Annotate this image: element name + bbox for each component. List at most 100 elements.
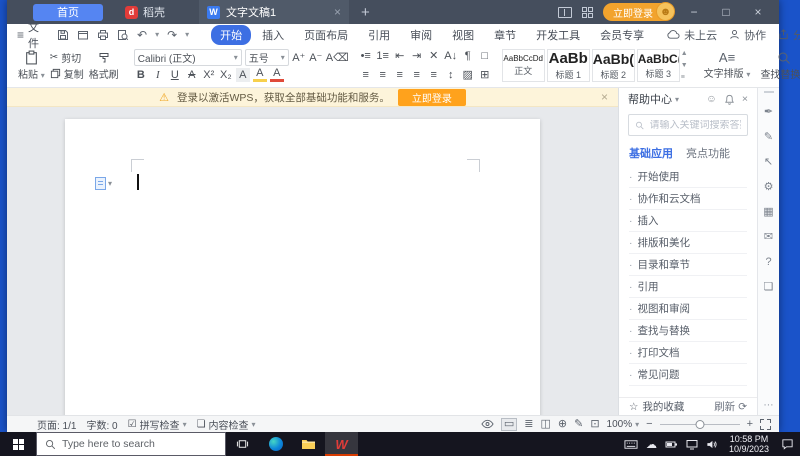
help-item[interactable]: · 打印文档 — [629, 342, 747, 364]
start-button[interactable] — [0, 432, 36, 456]
save-icon[interactable] — [57, 29, 69, 41]
help-tab-基础应用[interactable]: 基础应用 — [629, 145, 673, 161]
line-spacing-icon[interactable]: ↕ — [444, 68, 458, 82]
zoom-in-icon[interactable]: + — [747, 418, 753, 430]
help-item[interactable]: · 视图和审阅 — [629, 298, 747, 320]
ink-view-icon[interactable]: ✎ — [574, 418, 583, 430]
bell-icon[interactable] — [724, 94, 735, 105]
collaborate-button[interactable]: 协作 — [729, 27, 766, 43]
menu-tab-插入[interactable]: 插入 — [253, 25, 293, 45]
refresh-button[interactable]: 刷新 ⟳ — [714, 399, 747, 414]
print-icon[interactable] — [97, 29, 109, 41]
help-item[interactable]: · 常见问题 — [629, 364, 747, 386]
paste-button[interactable]: 粘贴 ▾ — [13, 47, 50, 84]
zoom-slider-knob[interactable] — [695, 419, 705, 429]
action-center-icon[interactable] — [781, 438, 794, 450]
annotate-icon[interactable]: ✎ — [758, 124, 779, 149]
text-layout-button[interactable]: A≡ 文字排版 ▾ — [699, 47, 756, 84]
gallery-more-icon[interactable]: ≡ — [681, 74, 688, 81]
underline-icon[interactable]: U — [168, 68, 182, 82]
format-painter-button[interactable]: 格式刷 — [84, 47, 124, 84]
page-view-icon[interactable]: ▭ — [500, 417, 518, 431]
style-item-正文[interactable]: AaBbCcDd 正文 — [501, 49, 545, 82]
subscript-icon[interactable]: X₂ — [219, 68, 233, 82]
shrink-font-icon[interactable]: A⁻ — [309, 51, 323, 65]
text-direction-icon[interactable]: A↓ — [444, 49, 458, 63]
help-icon[interactable]: ? — [758, 249, 779, 274]
help-panel-title[interactable]: 帮助中心 ▾ — [628, 91, 679, 107]
maximize-button[interactable]: □ — [715, 5, 737, 19]
settings-icon[interactable]: ⚙ — [758, 174, 779, 199]
speaker-icon[interactable] — [706, 439, 717, 450]
menu-tab-会员专享[interactable]: 会员专享 — [591, 25, 653, 45]
menu-tab-页面布局[interactable]: 页面布局 — [295, 25, 357, 45]
zoom-level[interactable]: 100% ▾ — [607, 419, 640, 430]
gallery-down-icon[interactable]: ▼ — [681, 62, 688, 69]
borders-icon[interactable]: ⊞ — [478, 68, 492, 82]
increase-indent-icon[interactable]: ⇥ — [410, 49, 424, 63]
minimize-button[interactable]: − — [683, 5, 705, 19]
taskbar-clock[interactable]: 10:58 PM 10/9/2023 — [725, 434, 773, 454]
favorites-link[interactable]: 我的收藏 — [642, 399, 684, 414]
document-area[interactable]: ▾ — [7, 107, 618, 415]
style-item-标题 2[interactable]: AaBb(标题 2 — [591, 49, 635, 82]
zoom-out-icon[interactable]: − — [646, 418, 652, 430]
help-item[interactable]: · 目录和章节 — [629, 254, 747, 276]
strip-more-icon[interactable]: ⋯ — [764, 400, 774, 411]
ime-keyboard-icon[interactable] — [624, 439, 638, 450]
clear-all-icon[interactable]: ✕ — [427, 49, 441, 63]
zoom-slider[interactable] — [659, 419, 740, 429]
numbered-list-icon[interactable]: 1≡ — [376, 49, 390, 63]
cloud-status[interactable]: 未上云 — [667, 27, 717, 43]
notification-close-icon[interactable]: × — [601, 90, 608, 104]
text-frame-icon[interactable]: □ — [478, 49, 492, 63]
tab-document[interactable]: W 文字文稿1 × — [199, 0, 349, 24]
edge-button[interactable] — [259, 432, 292, 456]
style-item-标题 3[interactable]: AaBbC(标题 3 — [636, 49, 680, 82]
spell-check-button[interactable]: ☑ 拼写检查 ▾ — [128, 417, 187, 432]
gallery-up-icon[interactable]: ▲ — [681, 50, 688, 57]
taskbar-search-input[interactable] — [62, 438, 217, 450]
help-search-box[interactable] — [628, 114, 748, 136]
shading-fill-icon[interactable]: ▨ — [461, 68, 475, 82]
print-preview-icon[interactable] — [117, 29, 129, 41]
help-item[interactable]: · 插入 — [629, 210, 747, 232]
strikethrough-icon[interactable]: A — [185, 68, 199, 82]
notes-icon[interactable]: ❏ — [758, 274, 779, 299]
cut-button[interactable]: ✂ 剪切 — [50, 50, 84, 65]
help-item[interactable]: · 引用 — [629, 276, 747, 298]
strip-handle[interactable] — [763, 91, 774, 93]
login-button[interactable]: 立即登录 ☻ — [603, 2, 675, 21]
page-setup-button[interactable]: ▾ — [95, 177, 112, 190]
find-replace-button[interactable]: 查找替换 ▾ — [755, 47, 800, 84]
decrease-indent-icon[interactable]: ⇤ — [393, 49, 407, 63]
fullscreen-icon[interactable] — [760, 418, 771, 430]
signature-icon[interactable]: ✒ — [758, 99, 779, 124]
outline-view-icon[interactable]: ≣ — [524, 418, 533, 430]
apps-grid-icon[interactable] — [582, 6, 593, 18]
menu-tab-引用[interactable]: 引用 — [359, 25, 399, 45]
bold-icon[interactable]: B — [134, 68, 148, 82]
battery-icon[interactable] — [665, 440, 678, 449]
style-item-标题 1[interactable]: AaBb 标题 1 — [546, 49, 590, 82]
network-icon[interactable] — [686, 439, 698, 450]
feedback-icon[interactable]: ✉ — [758, 224, 779, 249]
task-view-button[interactable] — [226, 432, 259, 456]
tab-layout-icon[interactable] — [558, 6, 572, 18]
file-explorer-button[interactable] — [292, 432, 325, 456]
paragraph-mark-icon[interactable]: ¶ — [461, 49, 475, 63]
font-color-icon[interactable]: A — [269, 68, 284, 82]
menu-tab-开始[interactable]: 开始 — [211, 24, 252, 45]
superscript-icon[interactable]: X² — [202, 68, 216, 82]
align-justify-icon[interactable]: ≡ — [410, 68, 424, 82]
new-tab-button[interactable]: + — [349, 4, 382, 21]
highlight-icon[interactable]: A — [252, 68, 267, 82]
help-panel-close-icon[interactable]: × — [742, 93, 748, 105]
book-view-icon[interactable]: ◫ — [540, 418, 550, 430]
feedback-smiley-icon[interactable]: ☺ — [706, 93, 717, 105]
grow-font-icon[interactable]: A⁺ — [292, 51, 306, 65]
star-icon[interactable]: ☆ — [629, 401, 638, 413]
font-size-select[interactable]: 五号 ▾ — [244, 49, 289, 66]
help-search-input[interactable] — [649, 119, 741, 131]
help-item[interactable]: · 开始使用 — [629, 166, 747, 188]
